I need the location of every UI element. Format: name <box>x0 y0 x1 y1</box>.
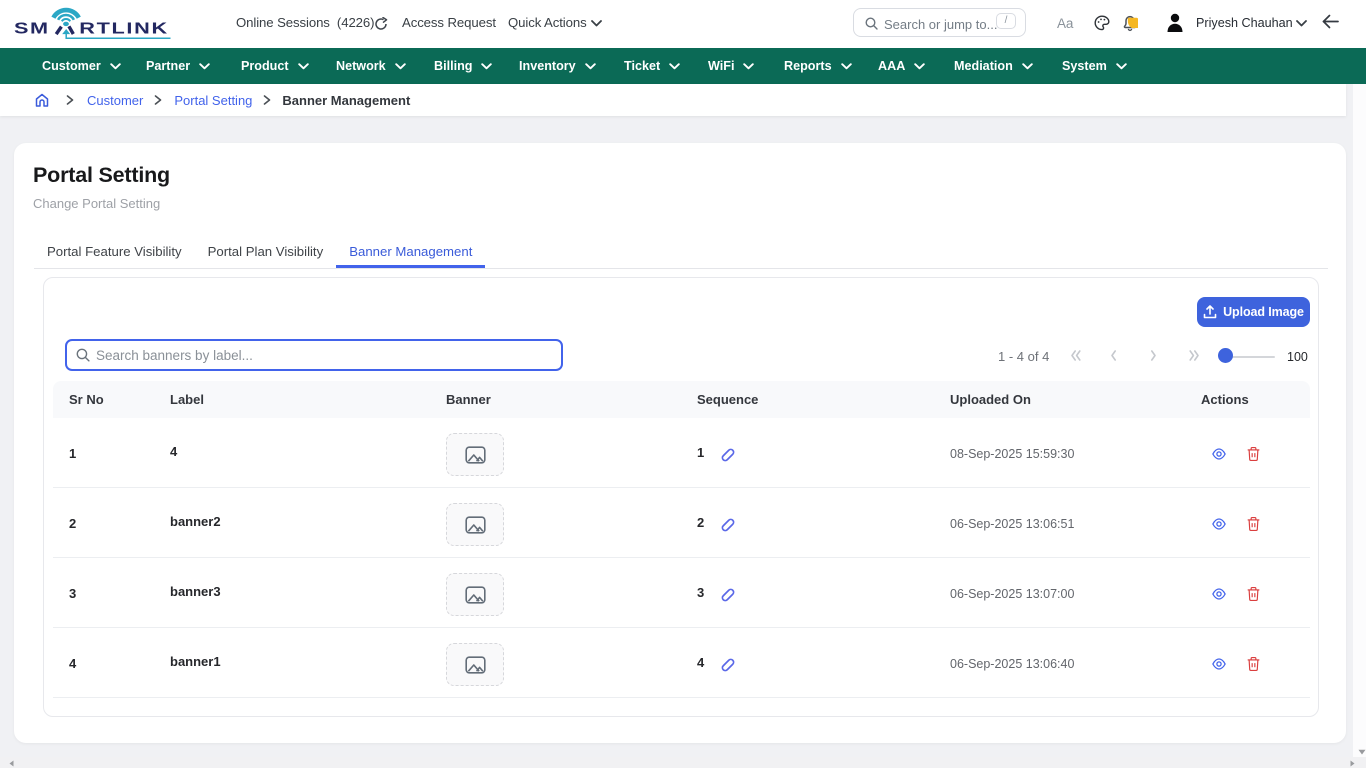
svg-text:SM: SM <box>14 20 50 37</box>
svg-text:RTLINK: RTLINK <box>79 20 169 37</box>
